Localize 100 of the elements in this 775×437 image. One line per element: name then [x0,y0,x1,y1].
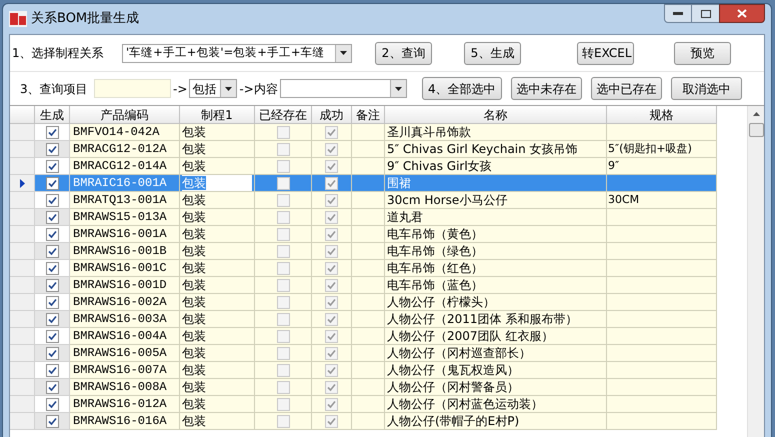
table-cell: 包装 [180,209,255,226]
checkbox[interactable] [325,330,338,342]
checkbox[interactable] [325,398,338,410]
checkbox[interactable] [325,176,338,190]
checkbox[interactable] [46,296,58,308]
toolbar-button[interactable]: 选中未存在 [510,77,582,100]
table-cell: 包装 [180,277,255,294]
checkbox[interactable] [46,244,58,258]
checkbox[interactable] [46,194,58,206]
column-header[interactable]: 成功 [312,106,352,123]
checkbox[interactable] [46,126,58,138]
table-cell: BMFVO14-042A [70,124,180,141]
table-cell: BMRAWS16-007A [70,362,180,379]
column-header[interactable]: 名称 [385,106,607,123]
checkbox[interactable] [46,364,58,376]
checkbox[interactable] [325,210,338,224]
row-header[interactable] [10,175,35,192]
checkbox[interactable] [276,398,290,410]
checkbox[interactable] [276,142,290,156]
checkbox[interactable] [276,210,290,224]
checkbox[interactable] [276,176,290,190]
column-header[interactable]: 已经存在 [255,106,312,123]
checkbox[interactable] [46,228,58,240]
checkbox[interactable] [276,160,290,172]
toolbar-button[interactable]: 取消选中 [670,77,742,100]
minimize-button[interactable] [664,4,692,23]
arrow-text: -> [173,80,188,98]
checkbox[interactable] [325,296,338,308]
toolbar-button[interactable]: 预览 [674,42,731,64]
checkbox[interactable] [325,160,338,172]
checkbox[interactable] [46,176,58,190]
checkbox[interactable] [325,262,338,274]
checkbox[interactable] [325,364,338,376]
minimize-icon [673,12,683,16]
checkbox[interactable] [46,278,58,292]
toolbar-button[interactable]: 选中已存在 [590,77,662,100]
checkbox[interactable] [46,330,58,342]
checkbox[interactable] [325,380,338,394]
checkbox[interactable] [325,346,338,360]
table-cell: 包装 [180,396,255,413]
checkbox[interactable] [46,414,58,428]
column-header[interactable]: 备注 [352,106,385,123]
column-header[interactable]: 产品编码 [70,106,180,123]
scrollbar-thumb[interactable] [748,123,764,137]
table-cell: 电车吊饰（绿色） [385,243,607,260]
checkbox[interactable] [276,380,290,394]
toolbar-button[interactable]: 4、全部选中 [422,77,502,100]
checkbox[interactable] [276,312,290,326]
table-cell: 人物公仔（柠檬头） [385,294,607,311]
checkbox[interactable] [46,160,58,172]
checkbox[interactable] [325,414,338,428]
relation-select[interactable]: '车缝+手工+包装'=包装+手工+车缝 [122,44,352,62]
maximize-button[interactable] [692,4,719,23]
checkbox[interactable] [276,364,290,376]
checkbox[interactable] [325,312,338,326]
table-cell: 人物公仔（冈村巡查部长） [385,345,607,362]
table-cell: 圣川真斗吊饰款 [385,124,607,141]
checkbox[interactable] [46,312,58,326]
table-cell: 包装 [180,226,255,243]
table-cell: 包装 [180,243,255,260]
checkbox[interactable] [325,244,338,258]
checkbox[interactable] [325,194,338,206]
table-cell: 包装 [180,141,255,158]
checkbox[interactable] [276,346,290,360]
checkbox[interactable] [325,278,338,292]
table-cell: 电车吊饰（蓝色） [385,277,607,294]
close-button[interactable] [719,4,765,23]
column-header[interactable]: 生成 [35,106,70,123]
table-cell: BMRAWS16-016A [70,413,180,430]
table-cell: 围裙 [385,175,607,192]
checkbox[interactable] [46,398,58,410]
checkbox[interactable] [46,262,58,274]
toolbar-button[interactable]: 2、查询 [375,42,432,64]
table-cell: 30CM [607,192,717,209]
checkbox[interactable] [276,296,290,308]
query-item-label: 3、查询项目 [20,80,89,98]
column-header[interactable]: 规格 [607,106,717,123]
checkbox[interactable] [276,262,290,274]
checkbox[interactable] [46,346,58,360]
toolbar-button[interactable]: 转EXCEL [577,42,634,64]
table-cell: BMRACG12-012A [70,141,180,158]
checkbox[interactable] [325,228,338,240]
checkbox[interactable] [325,126,338,138]
checkbox[interactable] [276,244,290,258]
match-value: 包括 [191,80,218,98]
checkbox[interactable] [276,126,290,138]
checkbox[interactable] [276,278,290,292]
checkbox[interactable] [276,228,290,240]
checkbox[interactable] [325,142,338,156]
checkbox[interactable] [276,194,290,206]
checkbox[interactable] [46,142,58,156]
checkbox[interactable] [276,330,290,342]
toolbar-button[interactable]: 5、生成 [464,42,521,64]
column-header[interactable]: 制程1 [180,106,255,123]
vertical-scrollbar[interactable] [747,106,764,437]
match-select[interactable]: 包括 [189,79,238,98]
checkbox[interactable] [46,210,58,224]
query-item-field[interactable] [94,79,171,98]
checkbox[interactable] [46,380,58,394]
checkbox[interactable] [276,414,290,428]
